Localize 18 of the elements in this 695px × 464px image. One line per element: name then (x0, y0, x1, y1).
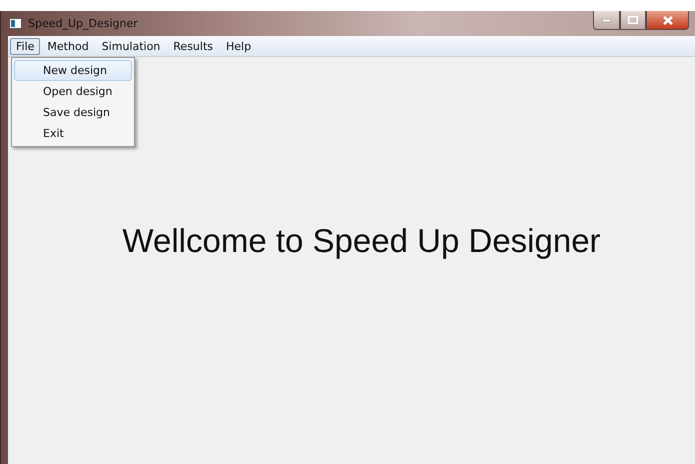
menu-item[interactable]: Method (41, 38, 95, 54)
app-icon (9, 18, 22, 29)
window-title: Speed_Up_Designer (28, 17, 138, 30)
maximize-icon (628, 16, 638, 24)
menu-item[interactable]: Exit (14, 123, 132, 144)
menu-item[interactable]: New design (14, 60, 132, 81)
menu-item[interactable]: Simulation (96, 38, 166, 54)
menu-item[interactable]: Results (167, 38, 220, 54)
menu-item[interactable]: Open design (14, 81, 132, 102)
minimize-icon (602, 18, 611, 22)
maximize-button[interactable] (620, 11, 646, 30)
close-icon (662, 16, 672, 24)
welcome-heading: Wellcome to Speed Up Designer (122, 222, 601, 260)
menu-item[interactable]: File (10, 38, 40, 54)
close-button[interactable] (646, 11, 689, 30)
minimize-button[interactable] (593, 11, 620, 30)
menu-item[interactable]: Help (220, 38, 258, 54)
menu-item[interactable]: Save design (14, 102, 132, 123)
